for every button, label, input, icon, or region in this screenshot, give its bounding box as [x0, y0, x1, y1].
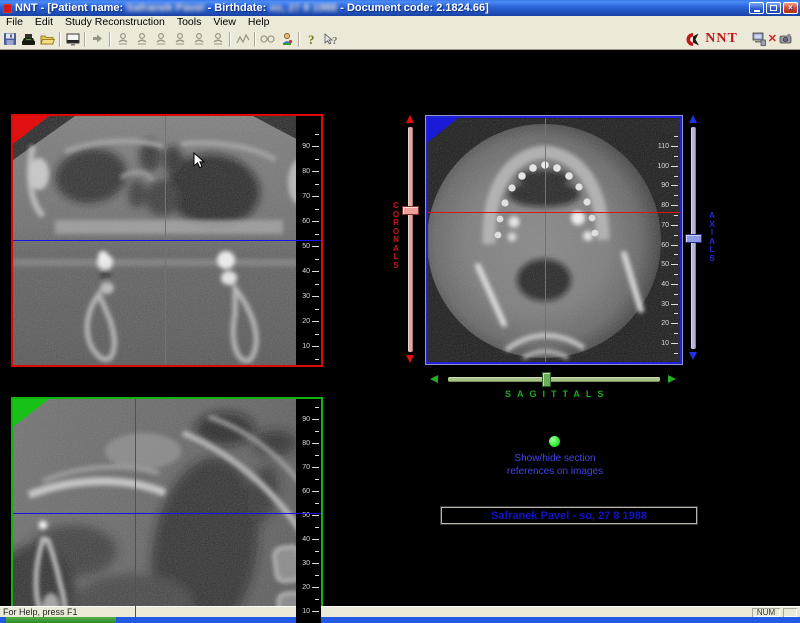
- toolbar-separator: [109, 32, 111, 47]
- stereo-glasses-icon-disabled: [258, 31, 277, 48]
- profile-curve-icon-disabled: [233, 31, 252, 48]
- window-title: NNT - [Patient name: Safranek Pavel - Bi…: [15, 2, 489, 14]
- toolbar-separator: [84, 32, 86, 47]
- toolbar-separator: [254, 32, 256, 47]
- workstation-icon: [752, 32, 766, 46]
- svg-text:?: ?: [332, 35, 338, 46]
- view-layout-5-icon-disabled: [189, 31, 208, 48]
- statusbar-grip: [783, 608, 797, 617]
- nnt-app-icon: [3, 4, 12, 13]
- sagittals-slider-right-button[interactable]: [668, 375, 676, 383]
- sagittal-ruler: 908070605040302010: [294, 399, 320, 623]
- view-layout-2-icon-disabled: [132, 31, 151, 48]
- coronals-slider-label: C O R O N A L S: [391, 202, 401, 270]
- title-patient-name: Safranek Pavel: [126, 2, 204, 14]
- nnt-logo-icon: [685, 32, 702, 47]
- title-birthdate: so, 27 8 1988: [269, 2, 337, 14]
- nnt-application-window: NNT - [Patient name: Safranek Pavel - Bi…: [0, 0, 800, 623]
- axials-slider-label: A X I A L S: [707, 212, 717, 263]
- menu-help[interactable]: Help: [242, 16, 276, 29]
- axial-ct-image: [428, 118, 680, 362]
- menu-file[interactable]: File: [0, 16, 29, 29]
- menubar: File Edit Study Reconstruction Tools Vie…: [0, 16, 800, 29]
- axials-slider-up-button[interactable]: [689, 115, 697, 123]
- sagittals-slider-track[interactable]: [448, 377, 660, 382]
- view-layout-3-icon-disabled: [151, 31, 170, 48]
- sagittals-slider-handle[interactable]: [542, 372, 551, 387]
- coronals-slider-track[interactable]: [408, 127, 413, 352]
- coronals-slider-handle[interactable]: [402, 206, 419, 215]
- coronal-corner-marker: [13, 116, 49, 144]
- sagittal-ct-image: [13, 399, 321, 623]
- toolbar: ? ? NNT ✕: [0, 29, 800, 50]
- axial-ruler: 110100908070605040302010: [653, 118, 679, 362]
- patient-caption-box: Safranek Pavel - so, 27 8 1988: [441, 507, 697, 524]
- print-icon[interactable]: [19, 31, 38, 48]
- coronals-slider-down-button[interactable]: [406, 355, 414, 363]
- axial-crosshair-vertical-green[interactable]: [545, 118, 546, 362]
- close-button[interactable]: ×: [783, 2, 798, 14]
- toolbar-separator: [59, 32, 61, 47]
- menu-study-reconstruction[interactable]: Study Reconstruction: [59, 16, 171, 29]
- taskbar-sliver: [0, 617, 800, 623]
- axial-crosshair-horizontal-red[interactable]: [428, 212, 680, 213]
- coronals-slider-up-button[interactable]: [406, 115, 414, 123]
- acquire-icon-disabled: [88, 31, 107, 48]
- sagittal-crosshair-horizontal-blue[interactable]: [13, 513, 321, 514]
- menu-edit[interactable]: Edit: [29, 16, 59, 29]
- titlebar: NNT - [Patient name: Safranek Pavel - Bi…: [0, 0, 800, 16]
- statusbar: For Help, press F1 NUM: [0, 606, 800, 617]
- axials-slider-down-button[interactable]: [689, 352, 697, 360]
- show-hide-references-label: Show/hide section references on images: [460, 452, 650, 478]
- view-layout-1-icon-disabled: [113, 31, 132, 48]
- volume-rendering-icon[interactable]: [277, 31, 296, 48]
- context-help-icon[interactable]: ?: [321, 31, 340, 48]
- show-hide-references-button[interactable]: [549, 436, 560, 447]
- toolbar-separator: [298, 32, 300, 47]
- nnt-brand: NNT: [685, 31, 738, 47]
- help-icon[interactable]: ?: [302, 31, 321, 48]
- menu-view[interactable]: View: [207, 16, 242, 29]
- title-prefix: NNT - [Patient name:: [15, 2, 126, 14]
- minimize-button[interactable]: [749, 2, 764, 14]
- coronal-view[interactable]: 908070605040302010: [11, 114, 323, 367]
- workspace: 908070605040302010: [0, 50, 800, 606]
- scanner-connection-status: ✕: [752, 32, 792, 46]
- sagittals-slider-label: SAGITTALS: [505, 389, 609, 399]
- title-mid: - Birthdate:: [205, 2, 270, 14]
- sagittal-corner-marker: [13, 399, 49, 427]
- sagittals-slider-left-button[interactable]: [430, 375, 438, 383]
- coronal-crosshair-horizontal-blue[interactable]: [13, 240, 321, 241]
- view-layout-4-icon-disabled: [170, 31, 189, 48]
- axial-corner-marker: [428, 118, 458, 142]
- monitor-layout-icon[interactable]: [63, 31, 82, 48]
- disconnected-x-icon: ✕: [768, 34, 777, 45]
- sagittal-view[interactable]: 908070605040302010: [11, 397, 323, 623]
- svg-text:?: ?: [308, 32, 315, 46]
- restore-button[interactable]: [766, 2, 781, 14]
- menu-tools[interactable]: Tools: [171, 16, 208, 29]
- open-folder-icon[interactable]: [38, 31, 57, 48]
- axials-slider-handle[interactable]: [685, 234, 702, 243]
- patient-caption-text: Safranek Pavel - so, 27 8 1988: [491, 510, 647, 522]
- view-layout-6-icon-disabled: [208, 31, 227, 48]
- sagittal-crosshair-vertical-red[interactable]: [135, 399, 136, 623]
- scanner-icon: [779, 33, 792, 45]
- mouse-cursor: [193, 152, 205, 170]
- toolbar-separator: [229, 32, 231, 47]
- num-lock-indicator: NUM: [752, 608, 780, 617]
- axial-view[interactable]: 110100908070605040302010: [426, 116, 682, 364]
- save-icon[interactable]: [0, 31, 19, 48]
- title-document-code: - Document code: 2.1824.66]: [337, 2, 489, 14]
- start-button-fragment: [6, 617, 116, 623]
- nnt-brand-text: NNT: [705, 31, 738, 47]
